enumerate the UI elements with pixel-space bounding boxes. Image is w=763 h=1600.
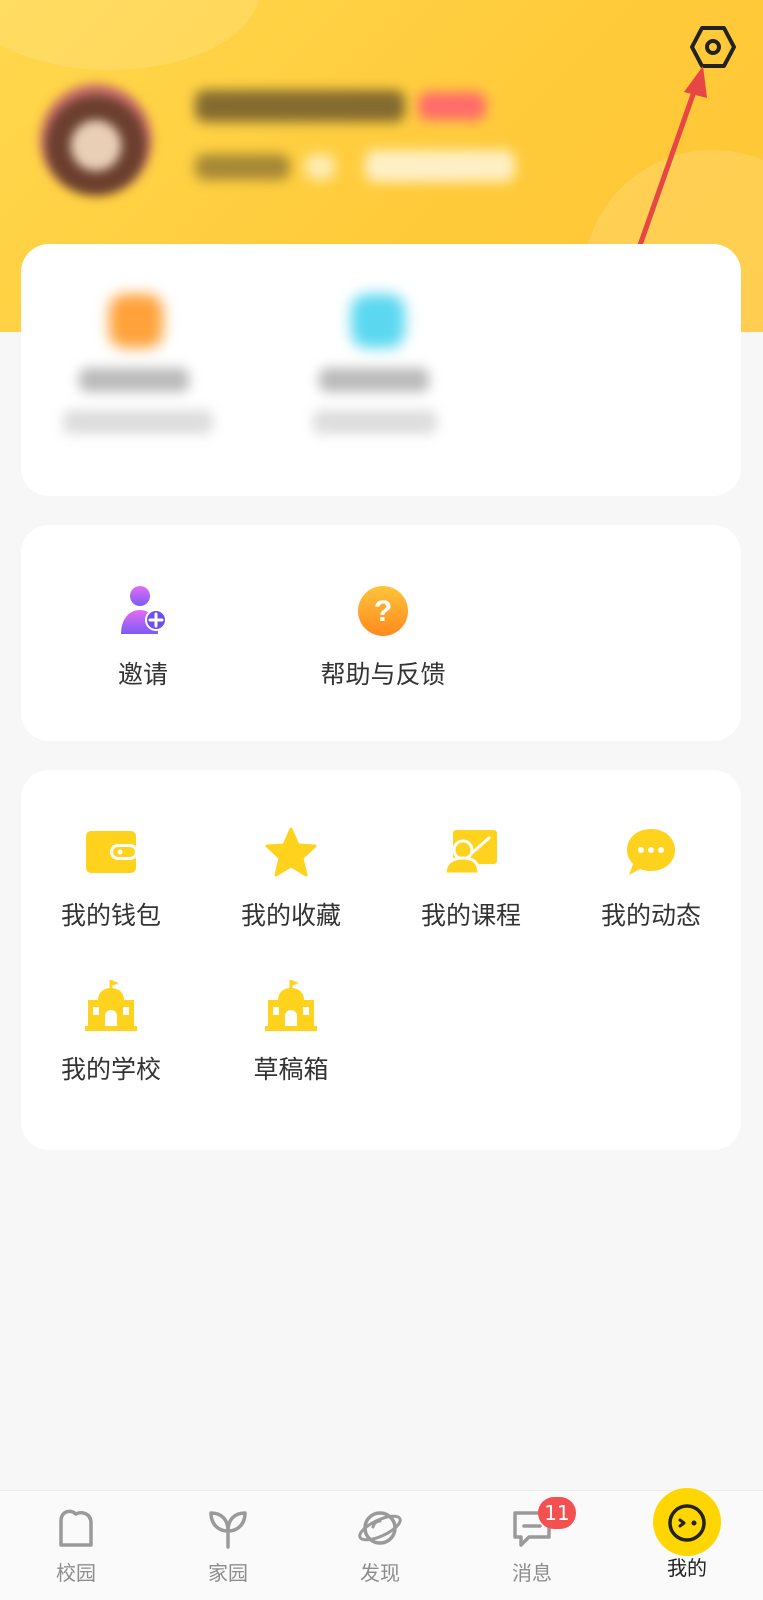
svg-text:?: ? <box>374 595 392 628</box>
menu-item-label: 我的动态 <box>600 901 701 930</box>
menu-item-label: 我的课程 <box>420 901 521 930</box>
school-icon <box>81 976 141 1036</box>
blurred-icon <box>351 294 405 348</box>
menu-item-courses[interactable]: 我的课程 <box>381 822 561 932</box>
help-feedback-button[interactable]: ? 帮助与反馈 <box>293 581 473 691</box>
blurred-label <box>319 368 429 392</box>
quick-actions-card: 邀请 ? 帮助与反馈 <box>21 525 741 741</box>
invite-user-icon <box>113 581 173 641</box>
my-menu-card: 我的钱包 我的收藏 我的课程 我的动态 我的学校 草稿箱 <box>21 770 741 1150</box>
tab-campus[interactable]: 校园 <box>16 1505 136 1586</box>
stats-card <box>21 244 741 496</box>
gear-hexagon-icon[interactable] <box>690 24 736 70</box>
menu-item-school[interactable]: 我的学校 <box>21 976 201 1086</box>
blurred-label <box>79 368 189 392</box>
mascot-icon <box>668 1504 706 1542</box>
tab-label: 发现 <box>360 1561 400 1585</box>
help-feedback-label: 帮助与反馈 <box>320 660 446 689</box>
tab-label: 校园 <box>56 1561 96 1585</box>
campus-icon <box>59 1509 93 1547</box>
menu-item-label: 我的学校 <box>60 1055 161 1084</box>
tab-discover[interactable]: 发现 <box>320 1505 440 1586</box>
course-icon <box>441 822 501 882</box>
help-question-icon: ? <box>353 581 413 641</box>
unread-badge: 11 <box>538 1497 576 1529</box>
school-icon <box>261 976 321 1036</box>
tab-label: 我的 <box>667 1556 707 1580</box>
menu-item-wallet[interactable]: 我的钱包 <box>21 822 201 932</box>
user-name-blurred <box>195 90 405 122</box>
user-subtitle-blurred[interactable] <box>365 150 515 182</box>
invite-label: 邀请 <box>117 660 168 689</box>
menu-item-favorites[interactable]: 我的收藏 <box>201 822 381 932</box>
avatar[interactable] <box>40 84 152 196</box>
wallet-icon <box>81 822 141 882</box>
invite-button[interactable]: 邀请 <box>53 581 233 691</box>
tab-mine[interactable]: 我的 <box>627 1500 747 1581</box>
sprout-icon <box>209 1511 247 1549</box>
menu-item-drafts[interactable]: 草稿箱 <box>201 976 381 1086</box>
menu-item-moments[interactable]: 我的动态 <box>561 822 741 932</box>
user-tag-blurred <box>418 92 486 120</box>
menu-item-label: 草稿箱 <box>253 1055 329 1084</box>
tab-label: 家园 <box>208 1561 248 1585</box>
blurred-icon <box>109 294 163 348</box>
chat-bubble-icon <box>621 822 681 882</box>
tab-messages[interactable]: 11 消息 <box>472 1497 592 1586</box>
blurred-label <box>313 410 437 434</box>
planet-icon <box>358 1511 402 1545</box>
user-subtitle-blurred <box>195 154 290 180</box>
tab-home[interactable]: 家园 <box>168 1505 288 1586</box>
menu-item-label: 我的钱包 <box>60 901 161 930</box>
blurred-label <box>63 410 213 434</box>
tab-label: 消息 <box>512 1561 552 1585</box>
star-icon <box>261 822 321 882</box>
header-decoration <box>0 0 260 70</box>
menu-item-label: 我的收藏 <box>240 901 341 930</box>
user-subtitle-blurred <box>305 154 335 180</box>
